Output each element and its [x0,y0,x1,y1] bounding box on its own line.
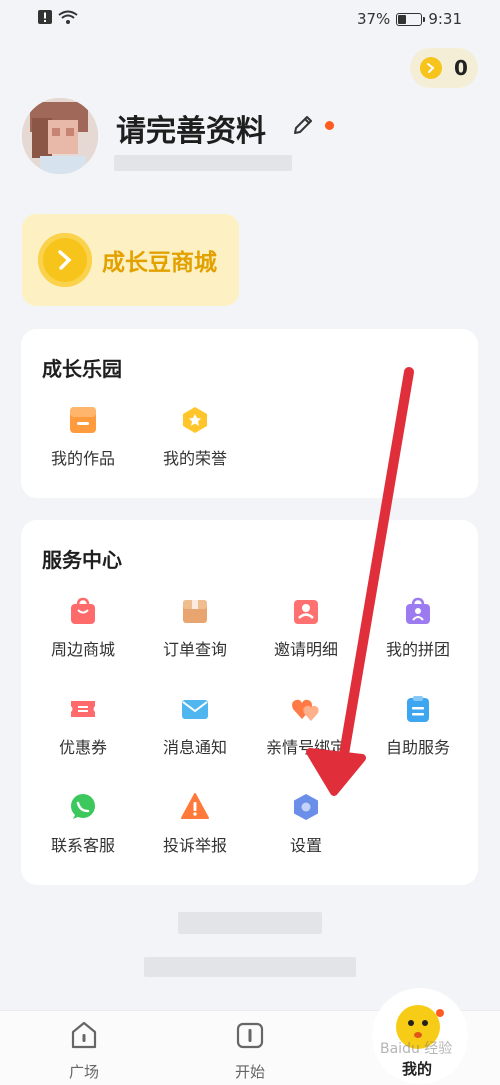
wifi-icon [58,9,78,28]
service-item-group-buy[interactable]: 我的拼团 [361,596,475,660]
invite-icon [291,596,321,626]
service-item-label: 我的拼团 [385,640,450,659]
service-item-label: 订单查询 [162,640,227,659]
growth-item-label: 我的作品 [50,449,115,468]
clock: 9:31 [428,10,462,28]
warning-icon [180,792,210,822]
chat-icon [68,792,98,822]
blurred-footer-line-2 [144,957,356,977]
notification-dot [325,121,334,130]
works-icon [68,405,98,435]
growth-bean-mall-card[interactable]: 成长豆商城 [22,214,239,306]
service-item-notifications[interactable]: 消息通知 [138,694,252,758]
service-item-merch-mall[interactable]: 周边商城 [26,596,140,660]
watermark: Baidu 经验 [380,1041,453,1057]
service-item-label: 联系客服 [50,836,115,855]
growth-item-honor[interactable]: 我的荣誉 [138,405,252,469]
avatar[interactable] [22,98,98,174]
settings-hexagon-icon [291,792,321,822]
service-item-invite-details[interactable]: 邀请明细 [249,596,363,660]
status-bar-left [38,9,78,28]
growth-park-card: 成长乐园 我的作品 我的荣誉 [21,329,478,498]
battery-icon [396,12,426,26]
coin-count: 0 [454,56,468,80]
service-item-orders[interactable]: 订单查询 [138,596,252,660]
mail-icon [180,694,210,724]
service-center-card: 服务中心 周边商城 订单查询 邀请明细 我的拼团 优惠券 消息通知 亲情号绑定 … [21,520,478,885]
group-buy-icon [403,596,433,626]
nav-label-mine[interactable]: 我的 [402,1058,432,1079]
service-center-title: 服务中心 [42,548,122,572]
start-icon [234,1019,266,1055]
service-item-label: 投诉举报 [162,836,227,855]
profile-name[interactable]: 请完善资料 [116,106,266,150]
nav-item-start[interactable]: 开始 [210,1019,290,1082]
service-item-settings[interactable]: 设置 [249,792,363,856]
status-bar-right: 37% 9:31 [357,10,462,28]
nav-label: 广场 [68,1063,99,1081]
service-item-label: 邀请明细 [273,640,338,659]
mine-notification-dot [436,1009,444,1017]
honor-icon [180,405,210,435]
nav-label: 开始 [234,1063,265,1081]
edit-pencil-icon[interactable] [291,113,315,141]
clipboard-icon [403,694,433,724]
home-icon [68,1019,100,1055]
coupon-icon [68,694,98,724]
service-item-label: 自助服务 [385,738,450,757]
service-item-label: 设置 [289,836,322,855]
service-item-complaint[interactable]: 投诉举报 [138,792,252,856]
nav-item-square[interactable]: 广场 [44,1019,124,1082]
shopping-bag-icon [68,596,98,626]
service-item-self-service[interactable]: 自助服务 [361,694,475,758]
alert-icon [38,9,52,28]
service-item-label: 优惠券 [58,738,107,757]
growth-item-label: 我的荣誉 [162,449,227,468]
blurred-user-id [114,155,292,171]
service-item-label: 消息通知 [162,738,227,757]
mall-label: 成长豆商城 [102,250,217,276]
service-item-family-binding[interactable]: 亲情号绑定 [249,694,363,758]
blurred-footer-line-1 [178,912,322,934]
coin-icon [420,57,442,79]
service-item-coupons[interactable]: 优惠券 [26,694,140,758]
battery-percent: 37% [356,10,391,28]
battery-level [398,14,407,24]
service-item-label: 周边商城 [50,640,115,659]
service-item-label: 亲情号绑定 [265,738,346,757]
growth-item-works[interactable]: 我的作品 [26,405,140,469]
hearts-icon [291,694,321,724]
service-item-customer-service[interactable]: 联系客服 [26,792,140,856]
coin-balance-pill[interactable]: 0 [410,48,478,88]
growth-park-title: 成长乐园 [42,357,122,381]
package-icon [180,596,210,626]
mall-coin-icon [38,233,92,287]
